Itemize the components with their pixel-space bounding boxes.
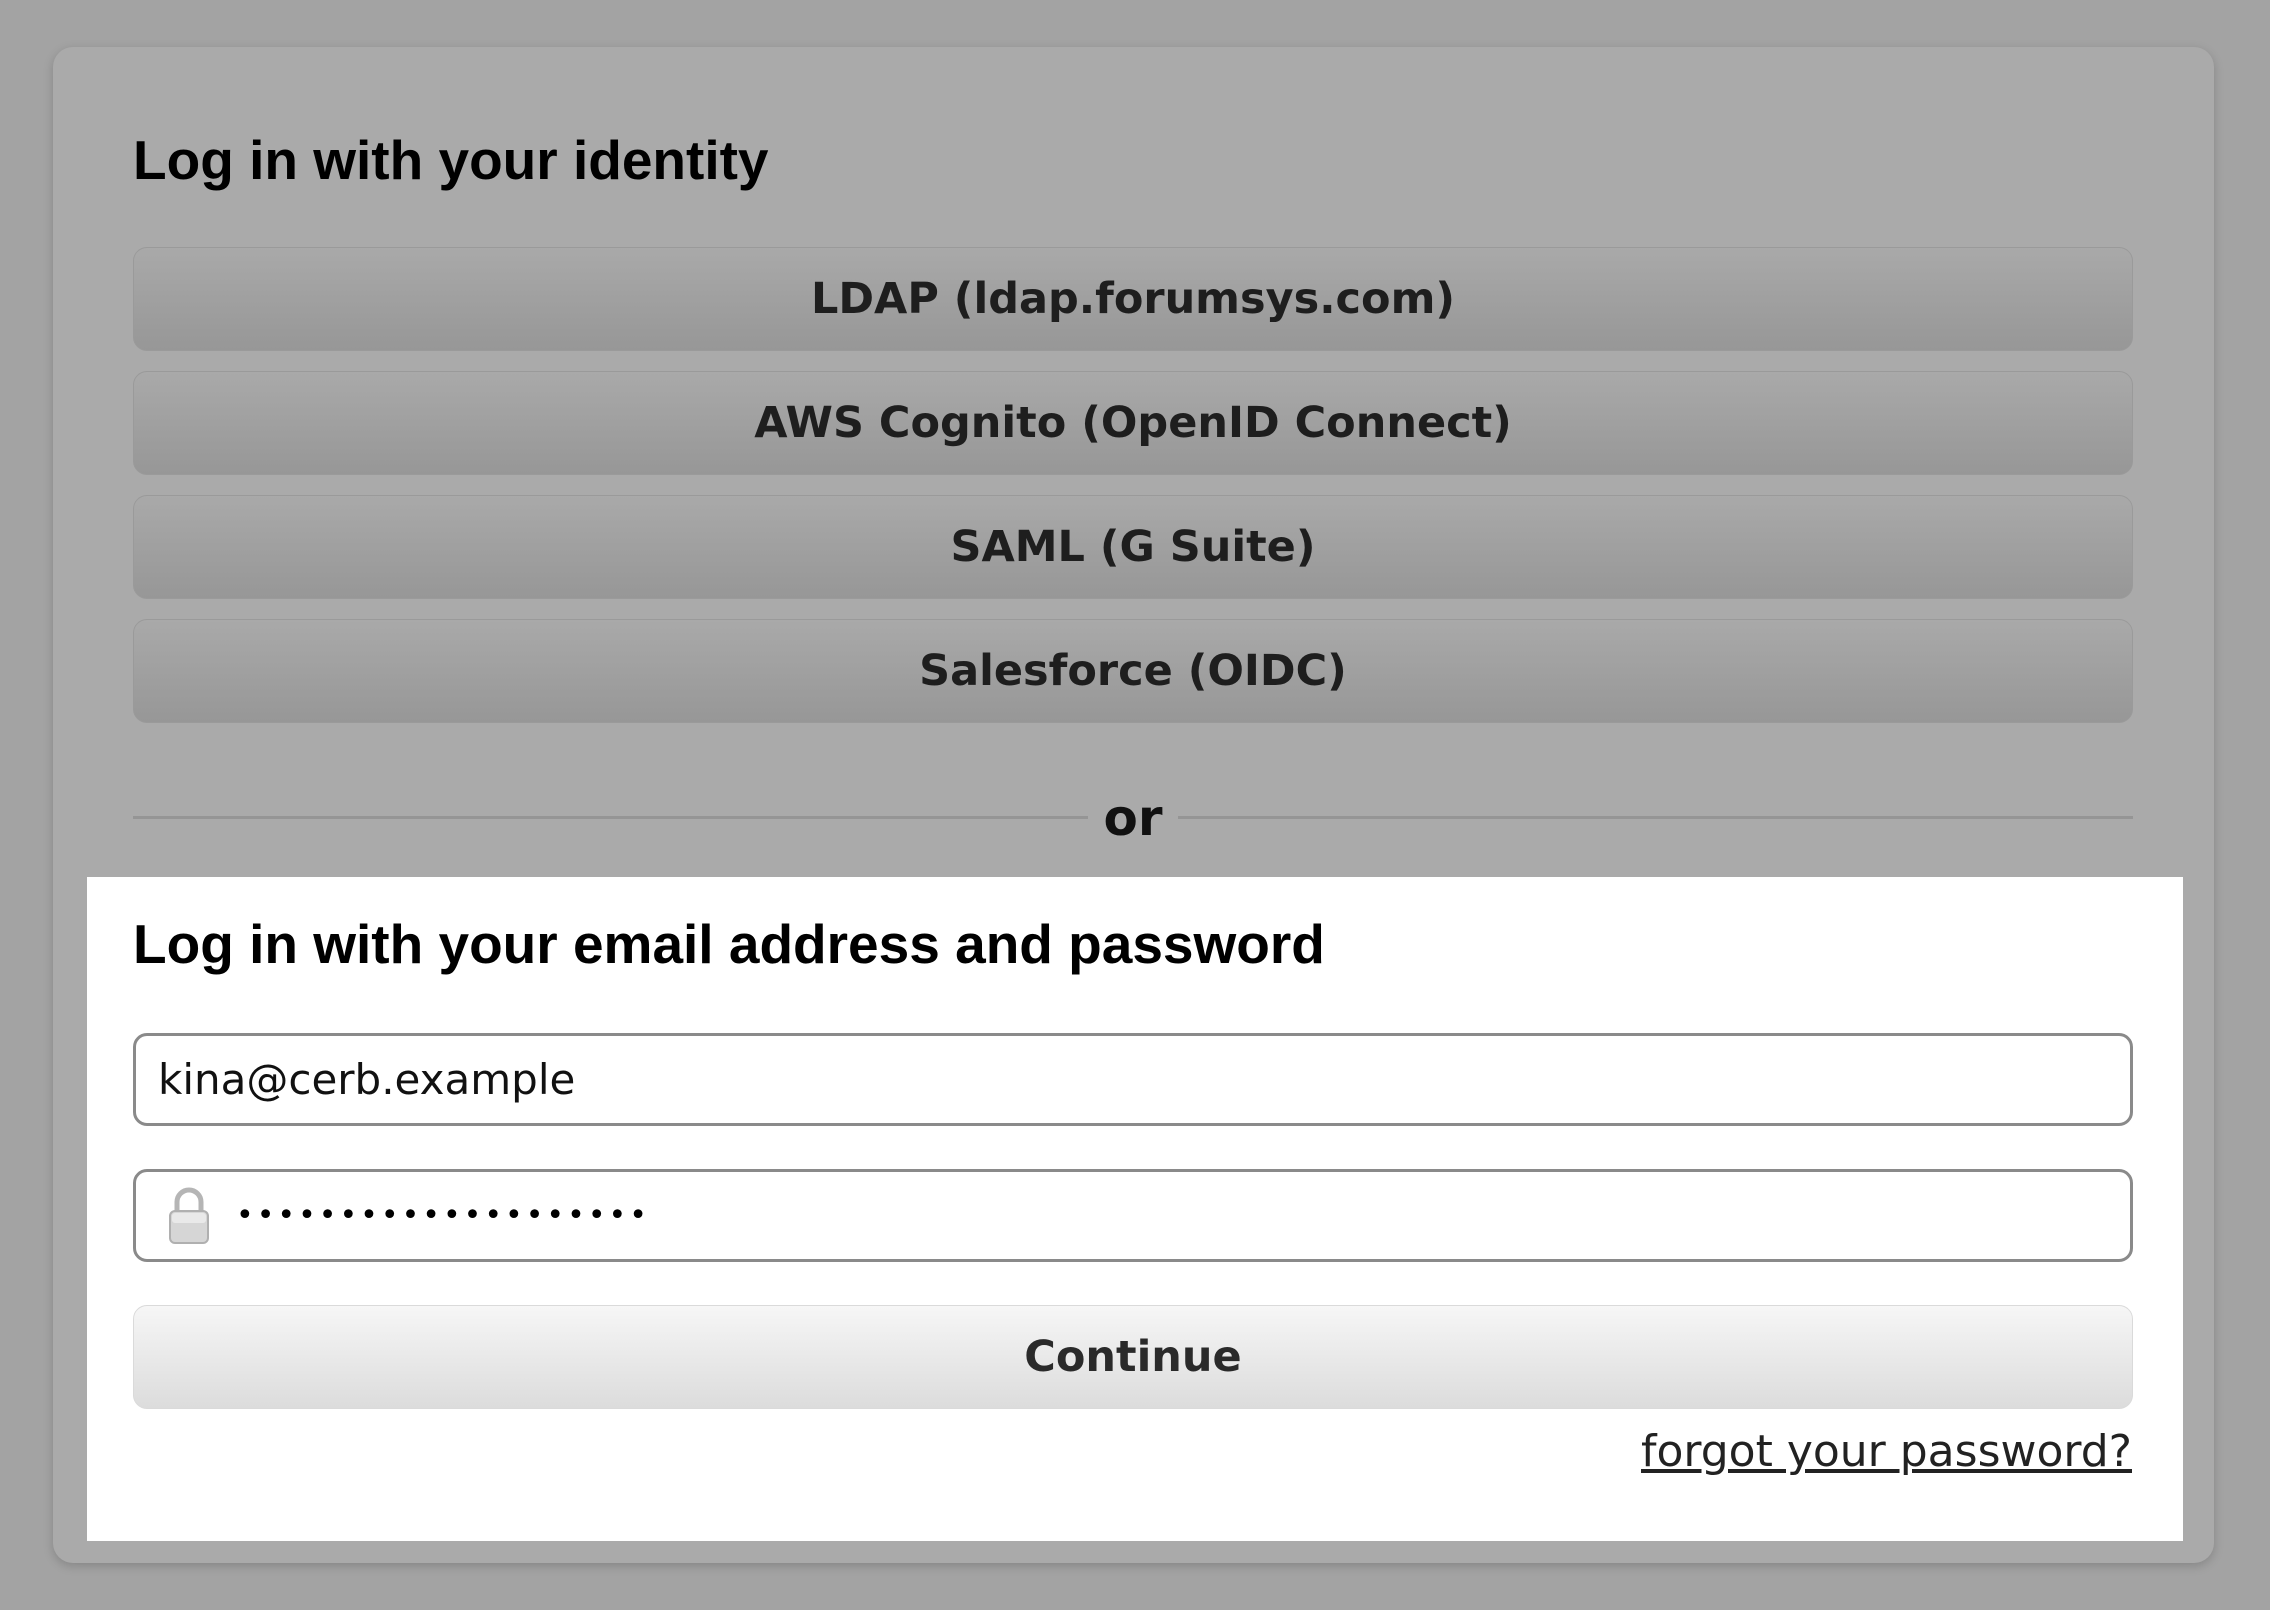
- password-mask: ••••••••••••••••••••: [236, 1198, 650, 1233]
- identity-heading: Log in with your identity: [133, 129, 769, 191]
- salesforce-login-button[interactable]: Salesforce (OIDC): [133, 619, 2133, 723]
- lock-icon-graphic: [169, 1187, 209, 1244]
- ldap-login-button[interactable]: LDAP (ldap.forumsys.com): [133, 247, 2133, 351]
- saml-login-button[interactable]: SAML (G Suite): [133, 495, 2133, 599]
- lock-icon: [166, 1186, 212, 1246]
- continue-button[interactable]: Continue: [133, 1305, 2133, 1409]
- or-label: or: [1088, 786, 1178, 850]
- aws-cognito-login-button[interactable]: AWS Cognito (OpenID Connect): [133, 371, 2133, 475]
- email-value: kina@cerb.example: [158, 1055, 576, 1104]
- password-field[interactable]: ••••••••••••••••••••: [133, 1169, 2133, 1262]
- forgot-password-link[interactable]: forgot your password?: [1641, 1426, 2132, 1477]
- password-login-heading: Log in with your email address and passw…: [133, 913, 1325, 975]
- email-field[interactable]: kina@cerb.example: [133, 1033, 2133, 1126]
